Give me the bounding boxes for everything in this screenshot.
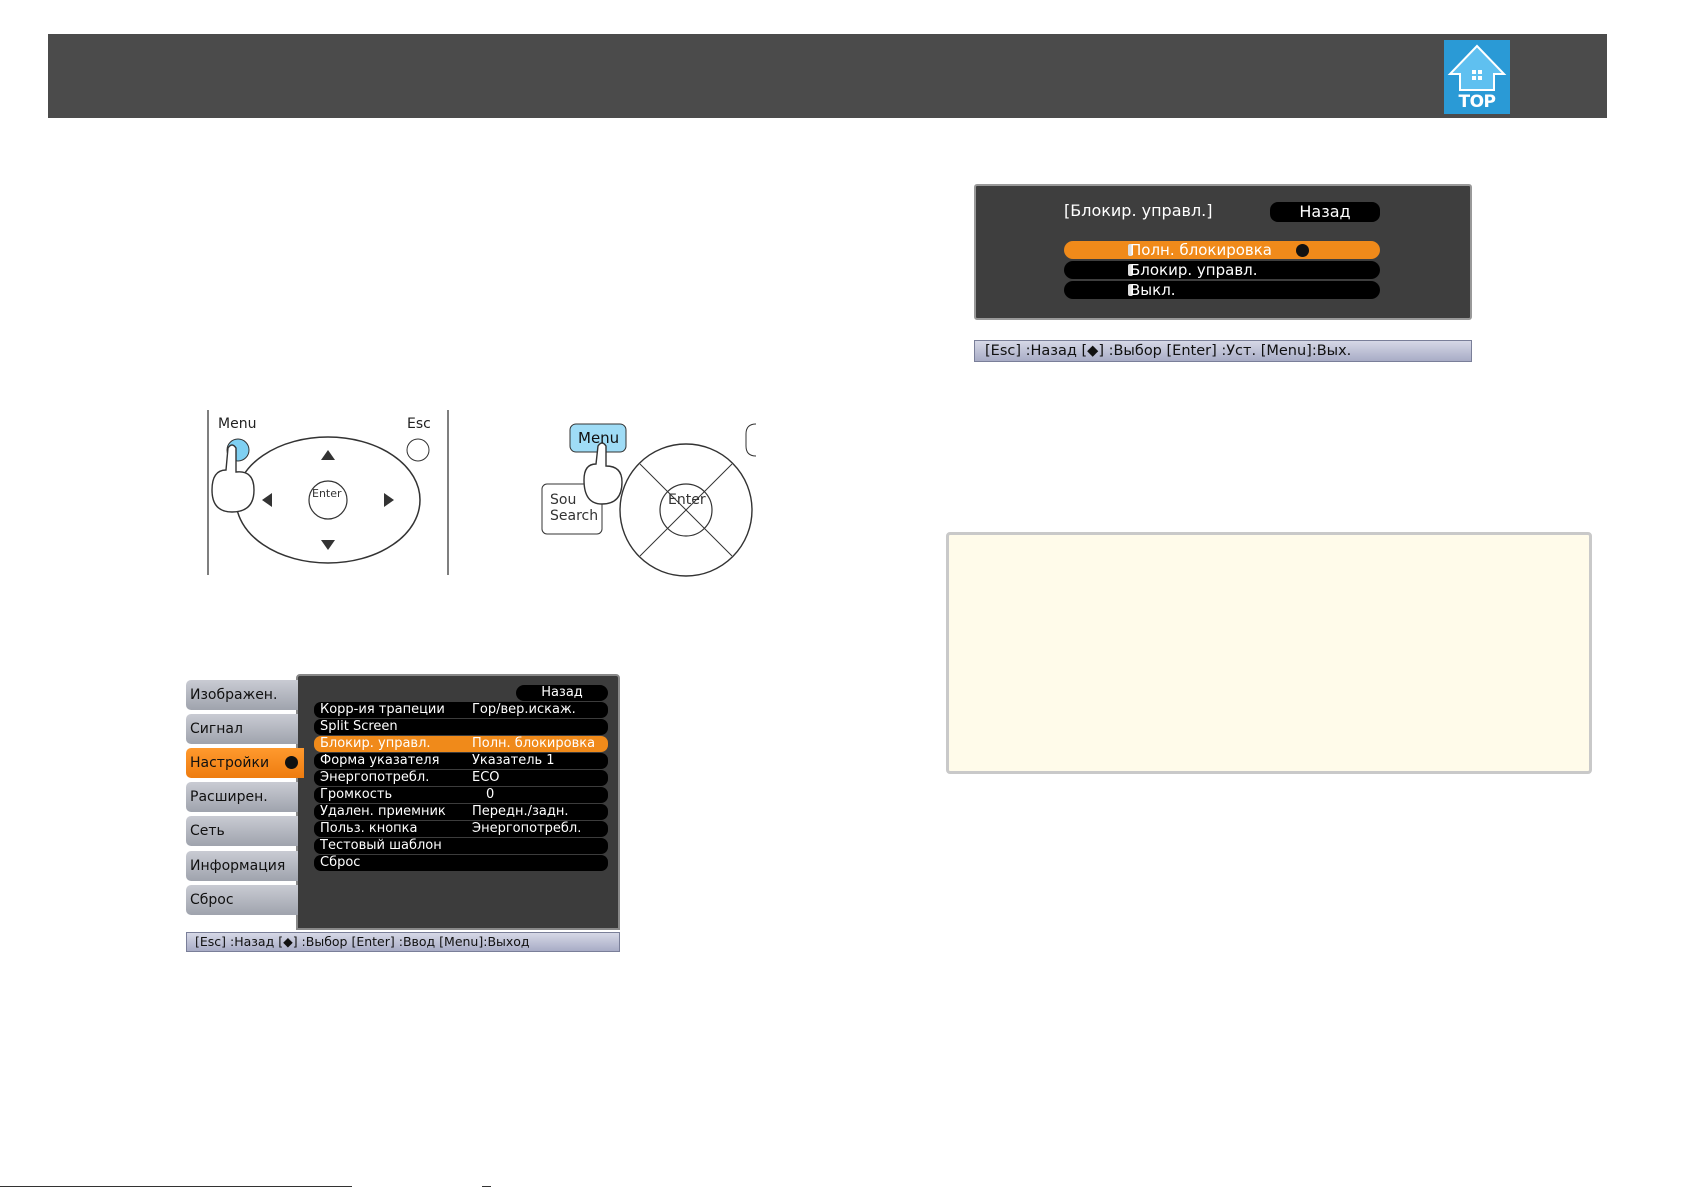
- remote-esc-label: Esc: [407, 416, 431, 432]
- menu-tab-reset[interactable]: Сброс: [186, 885, 298, 915]
- menu-tab-network[interactable]: Сеть: [186, 816, 298, 846]
- menu-row[interactable]: Тестовый шаблон: [314, 838, 608, 854]
- menu-row[interactable]: Энергопотребл. ECO: [314, 770, 608, 786]
- enter-icon: [285, 756, 298, 769]
- menu-row-value: Полн. блокировка: [472, 736, 596, 751]
- lock-hint-bar: [Esc] :Назад [◆] :Выбор [Enter] :Уст. [M…: [974, 340, 1472, 362]
- menu-tab-settings[interactable]: Настройки: [186, 748, 304, 778]
- remote-menu-label: Menu: [218, 416, 257, 432]
- note-box: [946, 532, 1592, 774]
- panel-menu-label: Menu: [578, 429, 620, 447]
- menu-row-key: Блокир. управл.: [320, 736, 431, 751]
- menu-row-key: Split Screen: [320, 719, 398, 734]
- lock-option[interactable]: Блокир. управл.: [1064, 261, 1380, 279]
- menu-row-key: Корр-ия трапеции: [320, 702, 445, 717]
- enter-icon: [1296, 244, 1309, 257]
- lock-dialog-title: [Блокир. управл.]: [1064, 201, 1213, 220]
- menu-tab-settings-label: Настройки: [190, 755, 270, 771]
- top-link-icon[interactable]: TOP: [1444, 40, 1510, 114]
- menu-row-selected[interactable]: Блокир. управл. Полн. блокировка: [314, 736, 608, 752]
- menu-tab-signal[interactable]: Сигнал: [186, 714, 298, 744]
- menu-row[interactable]: Форма указателя Указатель 1: [314, 753, 608, 769]
- footer-mark: [482, 1186, 491, 1187]
- lock-option-selected[interactable]: Полн. блокировка: [1064, 241, 1380, 259]
- menu-back-button[interactable]: Назад: [516, 685, 608, 701]
- panel-source-label: Sou: [550, 492, 577, 508]
- menu-row[interactable]: Сброс: [314, 855, 608, 871]
- menu-row-key: Удален. приемник: [320, 804, 446, 819]
- menu-tab-image[interactable]: Изображен.: [186, 680, 298, 710]
- menu-row-key: Форма указателя: [320, 753, 440, 768]
- menu-row-key: Тестовый шаблон: [320, 838, 442, 853]
- menu-row[interactable]: Громкость 0: [314, 787, 608, 803]
- remote-enter-label: Enter: [312, 487, 342, 500]
- menu-row-value: ECO: [472, 770, 500, 785]
- lock-option[interactable]: Выкл.: [1064, 281, 1380, 299]
- menu-tab-extended[interactable]: Расширен.: [186, 782, 298, 812]
- menu-row-value: Указатель 1: [472, 753, 555, 768]
- page-header: [48, 34, 1607, 118]
- menu-row-key: Польз. кнопка: [320, 821, 418, 836]
- lock-option-label: Выкл.: [1130, 281, 1176, 299]
- remote-illustration: Menu Esc Enter: [200, 410, 460, 575]
- panel-search-label: Search: [550, 508, 599, 524]
- menu-row[interactable]: Удален. приемник Передн./задн.: [314, 804, 608, 820]
- menu-tab-info[interactable]: Информация: [186, 851, 298, 881]
- menu-row-value: Гор/вер.искаж.: [472, 702, 576, 717]
- panel-enter-label: Enter: [668, 492, 706, 508]
- menu-row-value: Передн./задн.: [472, 804, 569, 819]
- menu-row-key: Сброс: [320, 855, 361, 870]
- top-logo-text: TOP: [1458, 92, 1496, 112]
- lock-option-label: Блокир. управл.: [1130, 261, 1258, 279]
- lock-back-button[interactable]: Назад: [1270, 202, 1380, 222]
- menu-row-value: Энергопотребл.: [472, 821, 582, 836]
- menu-row[interactable]: Польз. кнопка Энергопотребл.: [314, 821, 608, 837]
- menu-row-key: Энергопотребл.: [320, 770, 430, 785]
- menu-row[interactable]: Split Screen: [314, 719, 608, 735]
- lock-option-label: Полн. блокировка: [1130, 241, 1273, 259]
- footer-divider: [0, 1186, 352, 1187]
- menu-hint-bar: [Esc] :Назад [◆] :Выбор [Enter] :Ввод [M…: [186, 932, 620, 952]
- menu-row[interactable]: Корр-ия трапеции Гор/вер.искаж.: [314, 702, 608, 718]
- menu-row-value: 0: [486, 787, 495, 802]
- control-panel-illustration: Menu Sou Search Enter: [540, 420, 760, 580]
- menu-row-key: Громкость: [320, 787, 393, 802]
